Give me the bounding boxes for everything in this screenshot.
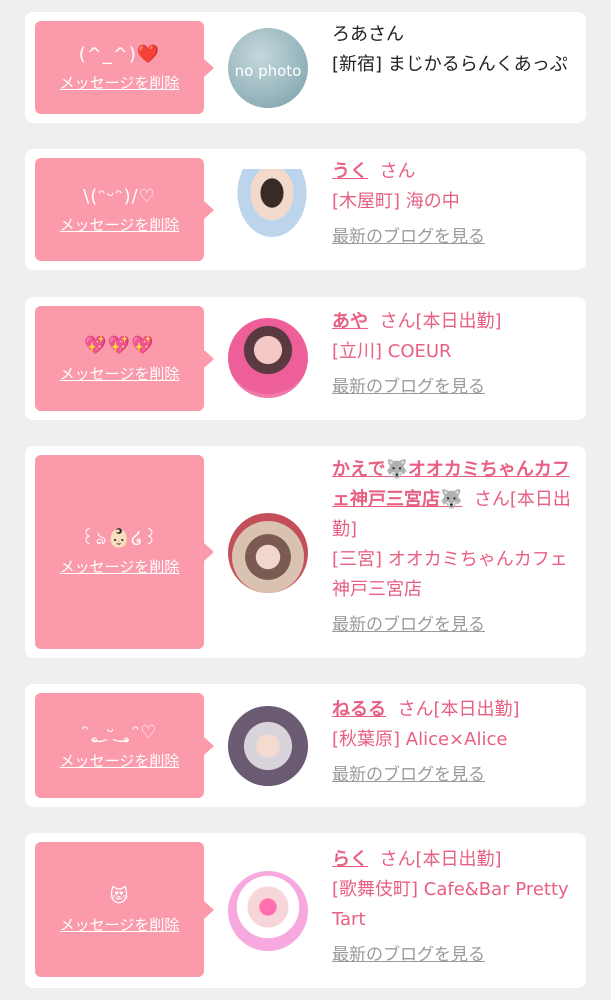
user-name-link[interactable]: あや — [332, 311, 368, 332]
delete-message-link[interactable]: メッセージを削除 — [60, 915, 180, 935]
latest-blog-link[interactable]: 最新のブログを見る — [332, 943, 578, 967]
avatar[interactable] — [228, 871, 308, 951]
message-bubble: \(ᵔᵕᵔ)/♡ メッセージを削除 — [35, 158, 204, 261]
delete-message-link[interactable]: メッセージを削除 — [60, 215, 180, 235]
profile-info: かえで🐺オオカミちゃんカフェ神戸三宮店🐺 さん[本日出勤] [三宮] オオカミち… — [332, 455, 578, 637]
shop-info: [歌舞伎町] Cafe&Bar Pretty Tart — [332, 879, 569, 930]
delete-message-link[interactable]: メッセージを削除 — [60, 73, 180, 93]
no-photo-text: no photo — [234, 62, 302, 80]
delete-message-link[interactable]: メッセージを削除 — [60, 751, 180, 771]
message-bubble: 💖💖💖 メッセージを削除 — [35, 306, 204, 411]
message-bubble: ꒰ঌ👶🏻໒꒱ メッセージを削除 — [35, 455, 204, 649]
message-card: 😻 メッセージを削除 らく さん[本日出勤] [歌舞伎町] Cafe&Bar P… — [25, 833, 586, 988]
message-card: \(ᵔᵕᵔ)/♡ メッセージを削除 うく さん [木屋町] 海の中 最新のブログ… — [25, 149, 586, 270]
user-name: ろあ — [332, 24, 368, 45]
message-card: ᵔ˳͜ ᵕ ͜˳ᵔ♡ メッセージを削除 ねるる さん[本日出勤] [秋葉原] A… — [25, 684, 586, 807]
message-card: 💖💖💖 メッセージを削除 あや さん[本日出勤] [立川] COEUR 最新のブ… — [25, 297, 586, 420]
honorific: さん — [379, 849, 416, 870]
message-bubble: 😻 メッセージを削除 — [35, 842, 204, 977]
message-text: 💖💖💖 — [84, 334, 155, 356]
delete-message-link[interactable]: メッセージを削除 — [60, 557, 180, 577]
avatar[interactable] — [228, 169, 308, 249]
user-name-link[interactable]: らく — [332, 849, 368, 870]
shop-info: [立川] COEUR — [332, 341, 452, 362]
honorific: さん — [397, 699, 434, 720]
honorific: さん — [379, 311, 416, 332]
message-bubble: (^_^)❤️ メッセージを削除 — [35, 21, 204, 114]
profile-info: あや さん[本日出勤] [立川] COEUR 最新のブログを見る — [332, 307, 578, 399]
avatar[interactable]: no photo — [228, 28, 308, 108]
message-text: (^_^)❤️ — [78, 43, 161, 65]
latest-blog-link[interactable]: 最新のブログを見る — [332, 375, 578, 399]
message-text: ꒰ঌ👶🏻໒꒱ — [80, 528, 159, 549]
latest-blog-link[interactable]: 最新のブログを見る — [332, 613, 578, 637]
profile-info: らく さん[本日出勤] [歌舞伎町] Cafe&Bar Pretty Tart … — [332, 845, 578, 967]
honorific: さん — [368, 24, 404, 45]
message-text: 😻 — [109, 885, 130, 907]
message-text: ᵔ˳͜ ᵕ ͜˳ᵔ♡ — [81, 721, 158, 743]
avatar[interactable] — [228, 318, 308, 398]
honorific: さん — [379, 161, 416, 182]
honorific: さん — [473, 489, 510, 510]
user-name-link[interactable]: ねるる — [332, 699, 386, 720]
profile-info: うく さん [木屋町] 海の中 最新のブログを見る — [332, 157, 578, 249]
shop-info: [秋葉原] Alice×Alice — [332, 729, 508, 750]
on-duty-status: [本日出勤] — [415, 311, 502, 332]
message-bubble: ᵔ˳͜ ᵕ ͜˳ᵔ♡ メッセージを削除 — [35, 693, 204, 798]
user-name-link[interactable]: うく — [332, 161, 368, 182]
shop-info: [木屋町] 海の中 — [332, 191, 460, 212]
message-text: \(ᵔᵕᵔ)/♡ — [83, 185, 156, 207]
latest-blog-link[interactable]: 最新のブログを見る — [332, 225, 578, 249]
shop-info: [三宮] オオカミちゃんカフェ神戸三宮店 — [332, 549, 568, 600]
on-duty-status: [本日出勤] — [433, 699, 520, 720]
message-card: ꒰ঌ👶🏻໒꒱ メッセージを削除 かえで🐺オオカミちゃんカフェ神戸三宮店🐺 さん[… — [25, 446, 586, 658]
message-card: (^_^)❤️ メッセージを削除 no photo ろあさん [新宿] まじかる… — [25, 12, 586, 123]
profile-info: ねるる さん[本日出勤] [秋葉原] Alice×Alice 最新のブログを見る — [332, 695, 578, 787]
delete-message-link[interactable]: メッセージを削除 — [60, 364, 180, 384]
profile-info: ろあさん [新宿] まじかるらんくあっぷ — [332, 20, 578, 80]
latest-blog-link[interactable]: 最新のブログを見る — [332, 763, 578, 787]
on-duty-status: [本日出勤] — [415, 849, 502, 870]
avatar[interactable] — [228, 513, 308, 593]
avatar[interactable] — [228, 706, 308, 786]
shop-info: [新宿] まじかるらんくあっぷ — [332, 54, 568, 75]
